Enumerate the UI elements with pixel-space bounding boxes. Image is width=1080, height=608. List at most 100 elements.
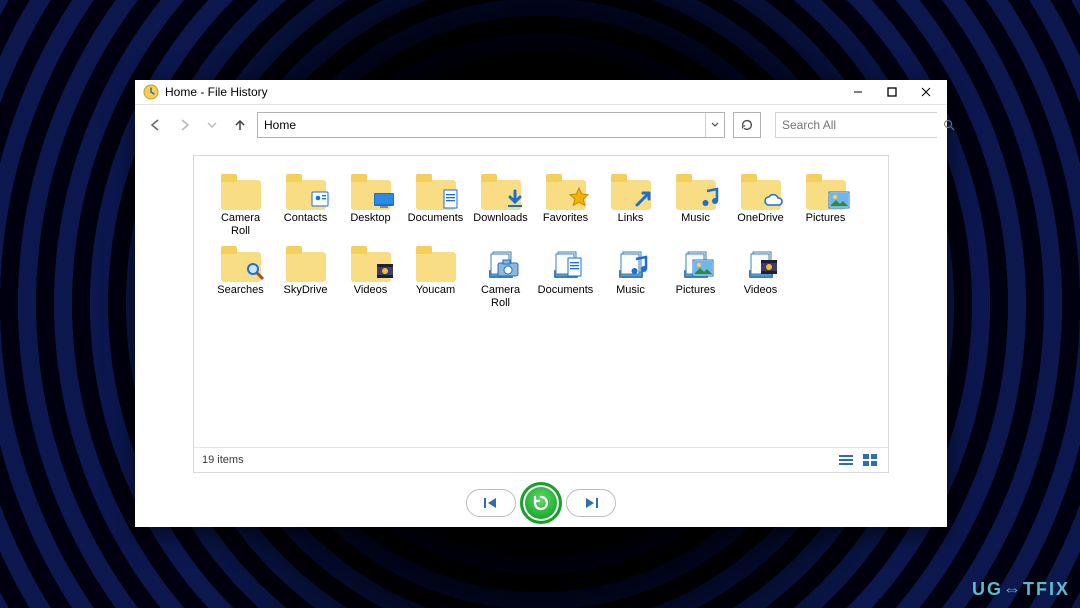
item-label: SkyDrive [283,284,327,297]
address-bar[interactable] [257,112,725,138]
folder-icon [609,170,653,210]
folder-icon [414,170,458,210]
view-details-button[interactable] [836,452,856,468]
music-icon [629,255,649,280]
folder-icon [674,170,718,210]
folder-item[interactable]: Documents [405,170,466,238]
folder-icon [414,242,458,282]
folder-item[interactable]: Links [600,170,661,238]
folder-item[interactable]: Videos [340,242,401,310]
folder-icon [284,170,328,210]
window-buttons [841,80,943,104]
search-icon [245,261,265,284]
folder-item[interactable]: Desktop [340,170,401,238]
search-icon [943,119,955,131]
folder-icon [219,170,263,210]
folder-item[interactable]: Videos [730,242,791,310]
items-grid: Camera Roll Contacts Desktop Documents Downl… [194,156,888,447]
search-input[interactable] [776,113,943,137]
item-label: Camera Roll [210,212,271,238]
next-version-button[interactable] [566,489,616,517]
folder-item[interactable]: Pictures [795,170,856,238]
item-label: Pictures [676,284,716,297]
close-button[interactable] [909,80,943,104]
star-icon [568,187,590,212]
folder-item[interactable]: OneDrive [730,170,791,238]
history-controls [135,479,947,527]
up-button[interactable] [229,114,251,136]
item-label: Pictures [806,212,846,225]
item-label: Youcam [416,284,455,297]
folder-item[interactable]: Contacts [275,170,336,238]
item-label: Documents [538,284,594,297]
item-label: Contacts [284,212,327,225]
folder-item[interactable]: Favorites [535,170,596,238]
picture-icon [692,259,714,280]
previous-version-button[interactable] [466,489,516,517]
folder-icon [219,242,263,282]
refresh-button[interactable] [733,112,761,138]
library-icon [739,242,783,282]
item-label: OneDrive [737,212,783,225]
folder-item[interactable]: Camera Roll [210,170,271,238]
maximize-button[interactable] [875,80,909,104]
restore-button[interactable] [520,482,562,524]
folder-icon [479,170,523,210]
recent-locations-button[interactable] [201,114,223,136]
titlebar: Home - File History [135,80,947,105]
folder-item[interactable]: SkyDrive [275,242,336,310]
folder-item[interactable]: Downloads [470,170,531,238]
library-icon [479,242,523,282]
item-label: Camera Roll [470,284,531,310]
music-icon [700,187,720,212]
desktop-icon [373,191,395,212]
library-icon [674,242,718,282]
link-icon [633,187,655,212]
item-label: Videos [744,284,777,297]
item-label: Favorites [543,212,588,225]
search-box[interactable] [775,112,937,138]
address-input[interactable] [258,113,705,137]
content-panel: Camera Roll Contacts Desktop Documents Downl… [193,155,889,473]
folder-item[interactable]: Documents [535,242,596,310]
watermark: UG⇔TFIX [972,579,1070,600]
item-label: Documents [408,212,464,225]
folder-item[interactable]: Pictures [665,242,726,310]
item-label: Music [681,212,710,225]
folder-item[interactable]: Music [600,242,661,310]
folder-item[interactable]: Youcam [405,242,466,310]
folder-icon [349,242,393,282]
folder-icon [284,242,328,282]
library-icon [609,242,653,282]
file-history-window: Home - File History Camera Roll Contacts D… [135,80,947,527]
library-icon [544,242,588,282]
folder-icon [804,170,848,210]
contact-icon [310,189,330,212]
item-label: Music [616,284,645,297]
item-label: Searches [217,284,263,297]
back-button[interactable] [145,114,167,136]
item-count: 19 items [202,454,244,466]
forward-button[interactable] [173,114,195,136]
minimize-button[interactable] [841,80,875,104]
item-label: Videos [354,284,387,297]
nav-toolbar [135,105,947,145]
folder-item[interactable]: Music [665,170,726,238]
folder-item[interactable]: Camera Roll [470,242,531,310]
status-bar: 19 items [194,447,888,472]
camera-icon [497,259,519,280]
doc-icon [442,189,460,212]
folder-item[interactable]: Searches [210,242,271,310]
doc-icon [566,257,584,280]
view-icons-button[interactable] [860,452,880,468]
window-title: Home - File History [165,85,841,99]
video-icon [759,257,779,280]
item-label: Downloads [473,212,527,225]
video-icon [375,261,395,284]
item-label: Links [618,212,644,225]
picture-icon [828,191,850,212]
cloud-icon [763,193,785,212]
item-label: Desktop [350,212,390,225]
address-dropdown-icon[interactable] [705,113,724,137]
folder-icon [349,170,393,210]
